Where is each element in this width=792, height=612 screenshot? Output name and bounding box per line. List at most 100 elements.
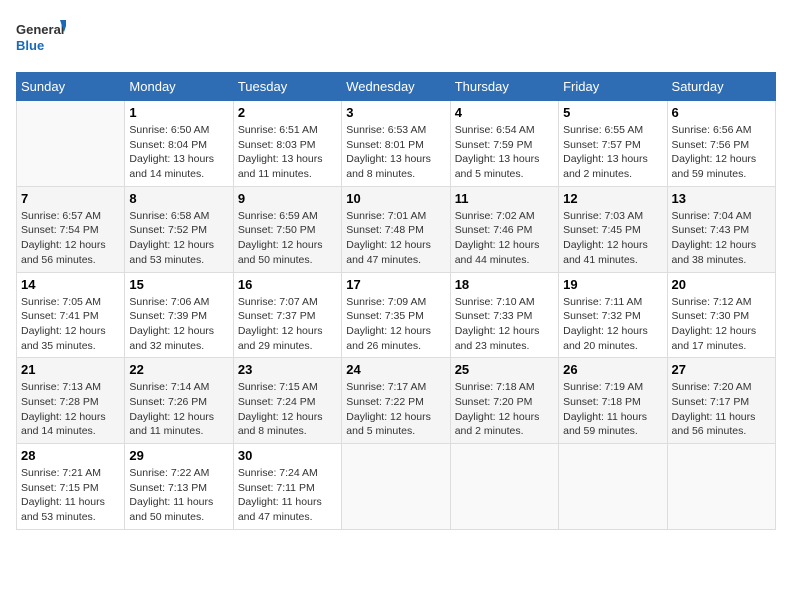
calendar-cell: 7 Sunrise: 6:57 AMSunset: 7:54 PMDaylight… <box>17 186 125 272</box>
day-info: Sunrise: 7:20 AMSunset: 7:17 PMDaylight:… <box>672 380 771 439</box>
day-number: 3 <box>346 105 445 120</box>
day-info: Sunrise: 7:17 AMSunset: 7:22 PMDaylight:… <box>346 380 445 439</box>
calendar-cell: 28 Sunrise: 7:21 AMSunset: 7:15 PMDayligh… <box>17 444 125 530</box>
calendar-cell <box>667 444 775 530</box>
calendar-cell: 20 Sunrise: 7:12 AMSunset: 7:30 PMDayligh… <box>667 272 775 358</box>
svg-text:Blue: Blue <box>16 38 44 53</box>
day-number: 21 <box>21 362 120 377</box>
day-number: 16 <box>238 277 337 292</box>
day-number: 29 <box>129 448 228 463</box>
calendar-cell: 17 Sunrise: 7:09 AMSunset: 7:35 PMDayligh… <box>342 272 450 358</box>
calendar-cell: 27 Sunrise: 7:20 AMSunset: 7:17 PMDayligh… <box>667 358 775 444</box>
day-info: Sunrise: 6:54 AMSunset: 7:59 PMDaylight:… <box>455 123 554 182</box>
header-tuesday: Tuesday <box>233 73 341 101</box>
calendar-cell: 2 Sunrise: 6:51 AMSunset: 8:03 PMDaylight… <box>233 101 341 187</box>
header-saturday: Saturday <box>667 73 775 101</box>
calendar-cell: 18 Sunrise: 7:10 AMSunset: 7:33 PMDayligh… <box>450 272 558 358</box>
day-number: 2 <box>238 105 337 120</box>
calendar-header-row: SundayMondayTuesdayWednesdayThursdayFrid… <box>17 73 776 101</box>
day-number: 11 <box>455 191 554 206</box>
day-info: Sunrise: 7:10 AMSunset: 7:33 PMDaylight:… <box>455 295 554 354</box>
day-info: Sunrise: 6:50 AMSunset: 8:04 PMDaylight:… <box>129 123 228 182</box>
day-info: Sunrise: 7:19 AMSunset: 7:18 PMDaylight:… <box>563 380 662 439</box>
day-number: 14 <box>21 277 120 292</box>
calendar-week-row: 7 Sunrise: 6:57 AMSunset: 7:54 PMDaylight… <box>17 186 776 272</box>
calendar-cell: 23 Sunrise: 7:15 AMSunset: 7:24 PMDayligh… <box>233 358 341 444</box>
day-info: Sunrise: 7:11 AMSunset: 7:32 PMDaylight:… <box>563 295 662 354</box>
calendar-cell: 29 Sunrise: 7:22 AMSunset: 7:13 PMDayligh… <box>125 444 233 530</box>
calendar-cell: 13 Sunrise: 7:04 AMSunset: 7:43 PMDayligh… <box>667 186 775 272</box>
logo-svg: General Blue <box>16 16 66 60</box>
day-number: 24 <box>346 362 445 377</box>
day-number: 13 <box>672 191 771 206</box>
calendar-cell: 26Sunrise: 7:19 AMSunset: 7:18 PMDayligh… <box>559 358 667 444</box>
day-number: 7 <box>21 191 120 206</box>
day-info: Sunrise: 7:18 AMSunset: 7:20 PMDaylight:… <box>455 380 554 439</box>
calendar-cell: 14 Sunrise: 7:05 AMSunset: 7:41 PMDayligh… <box>17 272 125 358</box>
header-sunday: Sunday <box>17 73 125 101</box>
day-info: Sunrise: 7:01 AMSunset: 7:48 PMDaylight:… <box>346 209 445 268</box>
calendar-cell: 21 Sunrise: 7:13 AMSunset: 7:28 PMDayligh… <box>17 358 125 444</box>
day-info: Sunrise: 7:05 AMSunset: 7:41 PMDaylight:… <box>21 295 120 354</box>
calendar-cell: 22 Sunrise: 7:14 AMSunset: 7:26 PMDayligh… <box>125 358 233 444</box>
day-info: Sunrise: 7:13 AMSunset: 7:28 PMDaylight:… <box>21 380 120 439</box>
day-info: Sunrise: 6:58 AMSunset: 7:52 PMDaylight:… <box>129 209 228 268</box>
calendar-cell: 4 Sunrise: 6:54 AMSunset: 7:59 PMDaylight… <box>450 101 558 187</box>
day-info: Sunrise: 6:51 AMSunset: 8:03 PMDaylight:… <box>238 123 337 182</box>
day-number: 9 <box>238 191 337 206</box>
day-number: 28 <box>21 448 120 463</box>
calendar-cell: 5Sunrise: 6:55 AMSunset: 7:57 PMDaylight… <box>559 101 667 187</box>
day-number: 17 <box>346 277 445 292</box>
header-monday: Monday <box>125 73 233 101</box>
day-info: Sunrise: 7:22 AMSunset: 7:13 PMDaylight:… <box>129 466 228 525</box>
day-info: Sunrise: 6:56 AMSunset: 7:56 PMDaylight:… <box>672 123 771 182</box>
day-number: 20 <box>672 277 771 292</box>
day-number: 18 <box>455 277 554 292</box>
page-header: General Blue <box>16 16 776 60</box>
calendar-table: SundayMondayTuesdayWednesdayThursdayFrid… <box>16 72 776 530</box>
day-number: 23 <box>238 362 337 377</box>
calendar-cell: 10 Sunrise: 7:01 AMSunset: 7:48 PMDayligh… <box>342 186 450 272</box>
day-number: 4 <box>455 105 554 120</box>
day-info: Sunrise: 7:06 AMSunset: 7:39 PMDaylight:… <box>129 295 228 354</box>
calendar-cell: 8Sunrise: 6:58 AMSunset: 7:52 PMDaylight… <box>125 186 233 272</box>
day-number: 1 <box>129 105 228 120</box>
day-info: Sunrise: 7:09 AMSunset: 7:35 PMDaylight:… <box>346 295 445 354</box>
calendar-cell: 15 Sunrise: 7:06 AMSunset: 7:39 PMDayligh… <box>125 272 233 358</box>
day-number: 10 <box>346 191 445 206</box>
calendar-cell <box>450 444 558 530</box>
day-info: Sunrise: 7:04 AMSunset: 7:43 PMDaylight:… <box>672 209 771 268</box>
day-info: Sunrise: 6:59 AMSunset: 7:50 PMDaylight:… <box>238 209 337 268</box>
day-number: 25 <box>455 362 554 377</box>
day-number: 12 <box>563 191 662 206</box>
calendar-cell: 6Sunrise: 6:56 AMSunset: 7:56 PMDaylight… <box>667 101 775 187</box>
day-number: 30 <box>238 448 337 463</box>
day-info: Sunrise: 6:57 AMSunset: 7:54 PMDaylight:… <box>21 209 120 268</box>
calendar-cell: 1 Sunrise: 6:50 AMSunset: 8:04 PMDaylight… <box>125 101 233 187</box>
calendar-cell: 24 Sunrise: 7:17 AMSunset: 7:22 PMDayligh… <box>342 358 450 444</box>
calendar-cell: 25 Sunrise: 7:18 AMSunset: 7:20 PMDayligh… <box>450 358 558 444</box>
calendar-cell: 30 Sunrise: 7:24 AMSunset: 7:11 PMDayligh… <box>233 444 341 530</box>
logo: General Blue <box>16 16 66 60</box>
calendar-cell: 9 Sunrise: 6:59 AMSunset: 7:50 PMDaylight… <box>233 186 341 272</box>
calendar-week-row: 28 Sunrise: 7:21 AMSunset: 7:15 PMDayligh… <box>17 444 776 530</box>
day-number: 22 <box>129 362 228 377</box>
calendar-cell: 11 Sunrise: 7:02 AMSunset: 7:46 PMDayligh… <box>450 186 558 272</box>
header-friday: Friday <box>559 73 667 101</box>
day-number: 15 <box>129 277 228 292</box>
calendar-week-row: 1 Sunrise: 6:50 AMSunset: 8:04 PMDaylight… <box>17 101 776 187</box>
day-info: Sunrise: 7:14 AMSunset: 7:26 PMDaylight:… <box>129 380 228 439</box>
calendar-cell <box>342 444 450 530</box>
calendar-cell: 3Sunrise: 6:53 AMSunset: 8:01 PMDaylight… <box>342 101 450 187</box>
day-number: 19 <box>563 277 662 292</box>
day-info: Sunrise: 7:12 AMSunset: 7:30 PMDaylight:… <box>672 295 771 354</box>
day-info: Sunrise: 7:03 AMSunset: 7:45 PMDaylight:… <box>563 209 662 268</box>
calendar-cell: 12 Sunrise: 7:03 AMSunset: 7:45 PMDayligh… <box>559 186 667 272</box>
calendar-cell: 16Sunrise: 7:07 AMSunset: 7:37 PMDayligh… <box>233 272 341 358</box>
day-info: Sunrise: 7:15 AMSunset: 7:24 PMDaylight:… <box>238 380 337 439</box>
day-info: Sunrise: 7:24 AMSunset: 7:11 PMDaylight:… <box>238 466 337 525</box>
day-info: Sunrise: 7:02 AMSunset: 7:46 PMDaylight:… <box>455 209 554 268</box>
day-number: 27 <box>672 362 771 377</box>
day-info: Sunrise: 7:21 AMSunset: 7:15 PMDaylight:… <box>21 466 120 525</box>
calendar-cell: 19 Sunrise: 7:11 AMSunset: 7:32 PMDayligh… <box>559 272 667 358</box>
